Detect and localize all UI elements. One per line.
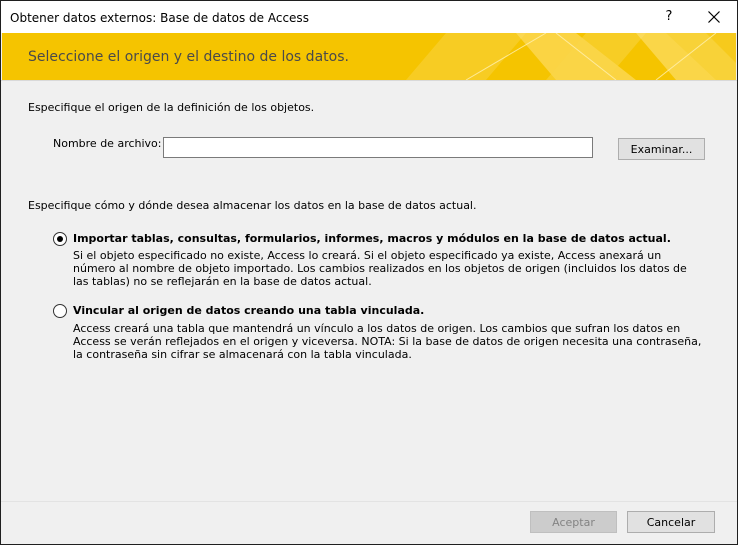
window-title: Obtener datos externos: Base de datos de… <box>10 11 309 25</box>
storage-instruction: Especifique cómo y dónde desea almacenar… <box>28 199 477 212</box>
browse-button[interactable]: Examinar... <box>618 138 705 160</box>
file-name-label: Nombre de archivo: <box>53 137 162 150</box>
banner-decoration <box>406 33 736 80</box>
radio-selected-dot <box>57 236 63 242</box>
link-option-description: Access creará una tabla que mantendrá un… <box>73 322 702 361</box>
cancel-button[interactable]: Cancelar <box>627 511 715 533</box>
footer-divider <box>1 501 737 502</box>
help-button[interactable]: ? <box>647 2 691 32</box>
import-option-description: Si el objeto especificado no existe, Acc… <box>73 249 687 288</box>
accept-button[interactable]: Aceptar <box>530 511 617 533</box>
file-name-input[interactable] <box>163 137 593 158</box>
import-radio[interactable] <box>53 232 67 246</box>
header-banner: Seleccione el origen y el destino de los… <box>2 33 736 80</box>
dialog-content: Especifique el origen de la definición d… <box>1 81 737 501</box>
title-bar: Obtener datos externos: Base de datos de… <box>1 1 737 33</box>
import-option-label[interactable]: Importar tablas, consultas, formularios,… <box>73 232 671 245</box>
link-option-label[interactable]: Vincular al origen de datos creando una … <box>73 304 424 317</box>
get-external-data-dialog: Obtener datos externos: Base de datos de… <box>0 0 738 545</box>
close-button[interactable] <box>691 2 737 32</box>
banner-heading: Seleccione el origen y el destino de los… <box>28 49 349 65</box>
source-instruction: Especifique el origen de la definición d… <box>28 101 315 114</box>
close-icon <box>708 11 720 23</box>
link-radio[interactable] <box>53 304 67 318</box>
